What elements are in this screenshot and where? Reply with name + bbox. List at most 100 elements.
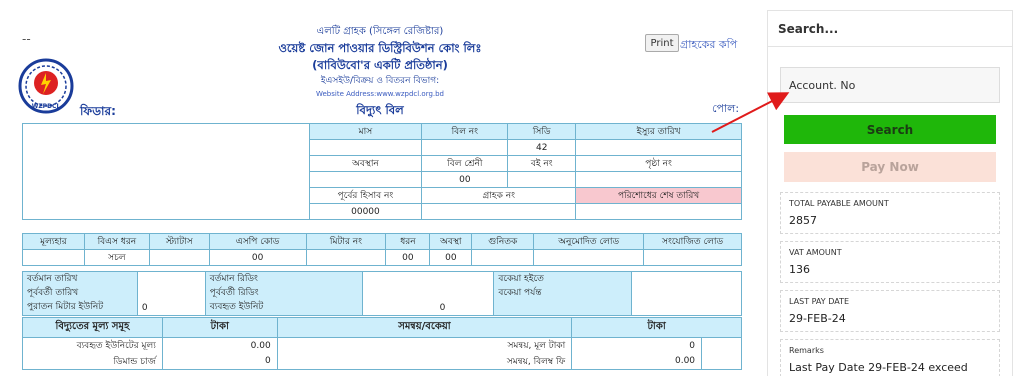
reading-table: বর্তমান তারিখ পূর্ববর্তী তারিখ পুরাতন মি… — [22, 271, 742, 316]
customer-copy-label: গ্রাহকের কপি — [680, 38, 738, 51]
meter-no-value — [305, 249, 387, 266]
used-unit-charge-value: 0.00 — [161, 337, 278, 354]
pay-now-button[interactable]: Pay Now — [784, 152, 996, 182]
type-header: ধরন — [385, 233, 431, 250]
vat-amount-card: VAT AMOUNT 136 — [780, 241, 1000, 283]
issue-date-header: ইস্যুর তারিখ — [575, 123, 742, 140]
last-pay-date-value: 29-FEB-24 — [789, 312, 846, 325]
vat-amount-label: VAT AMOUNT — [789, 248, 842, 257]
charges-amount-header: টাকা — [161, 317, 278, 338]
prev-account-value: 00000 — [308, 203, 423, 220]
multiplier-value — [471, 249, 535, 266]
meter-table: মূল্যহার বিএস ধরন স্ট্যাটাস এসপি কোড মিট… — [22, 233, 742, 266]
book-no-header: বই নং — [507, 155, 577, 172]
blank-area — [22, 123, 310, 220]
total-payable-card: TOTAL PAYABLE AMOUNT 2857 — [780, 192, 1000, 234]
sanctioned-load-header: অনুমোদিত লোড — [533, 233, 645, 250]
bill-no-header: বিল নং — [421, 123, 509, 140]
search-panel: Search... Account. No Search Pay Now TOT… — [767, 10, 1013, 376]
principal-adjustment-value: 0 — [571, 337, 703, 354]
website-address: Website Address:www.wzpdcl.org.bd — [315, 90, 445, 98]
condition-value: 00 — [429, 249, 473, 266]
bs-type-header: বিএস ধরন — [83, 233, 150, 250]
month-value — [308, 139, 423, 156]
old-meter-unit-value: 0 — [136, 271, 206, 316]
arrears-labels: বকেয়া হইতে বকেয়া পর্যন্ত — [493, 271, 633, 316]
placeholder-dash: -- — [22, 32, 31, 46]
previous-date-label: পূর্ববর্তী তারিখ — [27, 288, 79, 298]
arrears-value — [631, 271, 742, 316]
bill-title: বিদ্যুৎ বিল — [356, 103, 404, 117]
pole-label: পোল: — [712, 102, 740, 115]
reading-labels: বর্তমান রিডিং পূর্ববর্তী রিডিং ব্যবহৃত ই… — [204, 271, 363, 316]
status-value — [148, 249, 210, 266]
location-header: অবস্থান — [308, 155, 423, 172]
total-payable-label: TOTAL PAYABLE AMOUNT — [789, 199, 889, 208]
used-unit-charge-label: ব্যবহৃত ইউনিটের মূল্য — [22, 337, 163, 354]
electricity-bill: -- WZPDCL এলটি গ্রাহক (সিঙ্গেল রেজিষ্টার… — [0, 0, 755, 376]
feeder-label: ফিডার: — [80, 104, 116, 118]
customer-no-header: গ্রাহক নং — [421, 187, 577, 204]
account-no-input[interactable]: Account. No — [780, 67, 1000, 103]
type-value: 00 — [385, 249, 431, 266]
date-labels: বর্তমান তারিখ পূর্ববর্তী তারিখ পুরাতন মি… — [22, 271, 138, 316]
cd-value: 42 — [507, 139, 577, 156]
late-fee-adjustment-value: 0.00 — [571, 353, 703, 370]
total-payable-value: 2857 — [789, 214, 817, 227]
adjustment-amount-header: টাকা — [571, 317, 742, 338]
demand-charge-label: ডিমান্ড চার্জ — [22, 353, 163, 370]
arrears-to-label: বকেয়া পর্যন্ত — [498, 288, 542, 298]
condition-header: অবস্থা — [429, 233, 473, 250]
sp-code-value: 00 — [208, 249, 307, 266]
multiplier-header: গুনিতক — [471, 233, 535, 250]
last-pay-date-card: LAST PAY DATE 29-FEB-24 — [780, 290, 1000, 332]
connected-load-header: সংযোজিত লোড — [643, 233, 742, 250]
bill-class-value: 00 — [421, 171, 509, 188]
sanctioned-load-value — [533, 249, 645, 266]
meter-no-header: মিটার নং — [305, 233, 387, 250]
bill-info-table: মাস বিল নং সিডি ইস্যুর তারিখ 42 অবস্থান … — [22, 123, 742, 220]
remarks-label: Remarks — [789, 346, 824, 355]
bill-no-value — [421, 139, 509, 156]
location-value — [308, 171, 423, 188]
search-button[interactable]: Search — [784, 115, 996, 144]
logo-text: WZPDCL — [32, 103, 61, 110]
last-pay-date-label: LAST PAY DATE — [789, 297, 850, 306]
current-date-label: বর্তমান তারিখ — [27, 274, 78, 284]
remarks-card: Remarks Last Pay Date 29-FEB-24 exceed — [780, 339, 1000, 376]
principal-adjustment-label: সমন্বয়, মূল টাকা — [276, 337, 573, 354]
month-header: মাস — [308, 123, 423, 140]
old-meter-unit-label: পুরাতন মিটার ইউনিট — [27, 302, 104, 312]
tariff-header: মূল্যহার — [22, 233, 85, 250]
book-no-value — [507, 171, 577, 188]
connected-load-value — [643, 249, 742, 266]
bs-type-value: সচল — [83, 249, 150, 266]
print-button[interactable]: Print — [645, 34, 679, 52]
cd-header: সিডি — [507, 123, 577, 140]
customer-no-value — [421, 203, 577, 220]
previous-reading-label: পূর্ববর্তী রিডিং — [209, 288, 259, 298]
division-label: ইএসইউ/বিক্রয় ও বিতরন বিভাগ: — [320, 76, 440, 86]
panel-title: Search... — [768, 11, 1012, 47]
used-unit-label: ব্যবহৃত ইউনিট — [209, 302, 264, 312]
arrears-from-label: বকেয়া হইতে — [498, 274, 544, 284]
page-no-value — [575, 171, 742, 188]
charges-header: বিদ্যুতের মূল্য সমূহ — [22, 317, 163, 338]
remarks-value: Last Pay Date 29-FEB-24 exceed — [789, 361, 968, 374]
current-reading-label: বর্তমান রিডিং — [209, 274, 258, 284]
used-unit-value: 0 — [361, 271, 495, 316]
status-header: স্ট্যাটাস — [148, 233, 210, 250]
prev-account-header: পূর্বের হিসাব নং — [308, 187, 423, 204]
due-date-value — [575, 203, 742, 220]
tariff-value — [22, 249, 85, 266]
due-date-header: পরিশোধের শেষ তারিখ — [575, 187, 742, 204]
issue-date-value — [575, 139, 742, 156]
adjustment-header: সমন্বয়/বকেয়া — [276, 317, 573, 338]
vat-amount-value: 136 — [789, 263, 810, 276]
page-no-header: পৃষ্ঠা নং — [575, 155, 742, 172]
wzpdcl-logo: WZPDCL — [18, 58, 74, 114]
late-fee-adjustment-label: সমন্বয়, বিলম্ব ফি — [276, 353, 573, 370]
bill-class-header: বিল শ্রেনী — [421, 155, 509, 172]
sp-code-header: এসপি কোড — [208, 233, 307, 250]
demand-charge-value: 0 — [161, 353, 278, 370]
